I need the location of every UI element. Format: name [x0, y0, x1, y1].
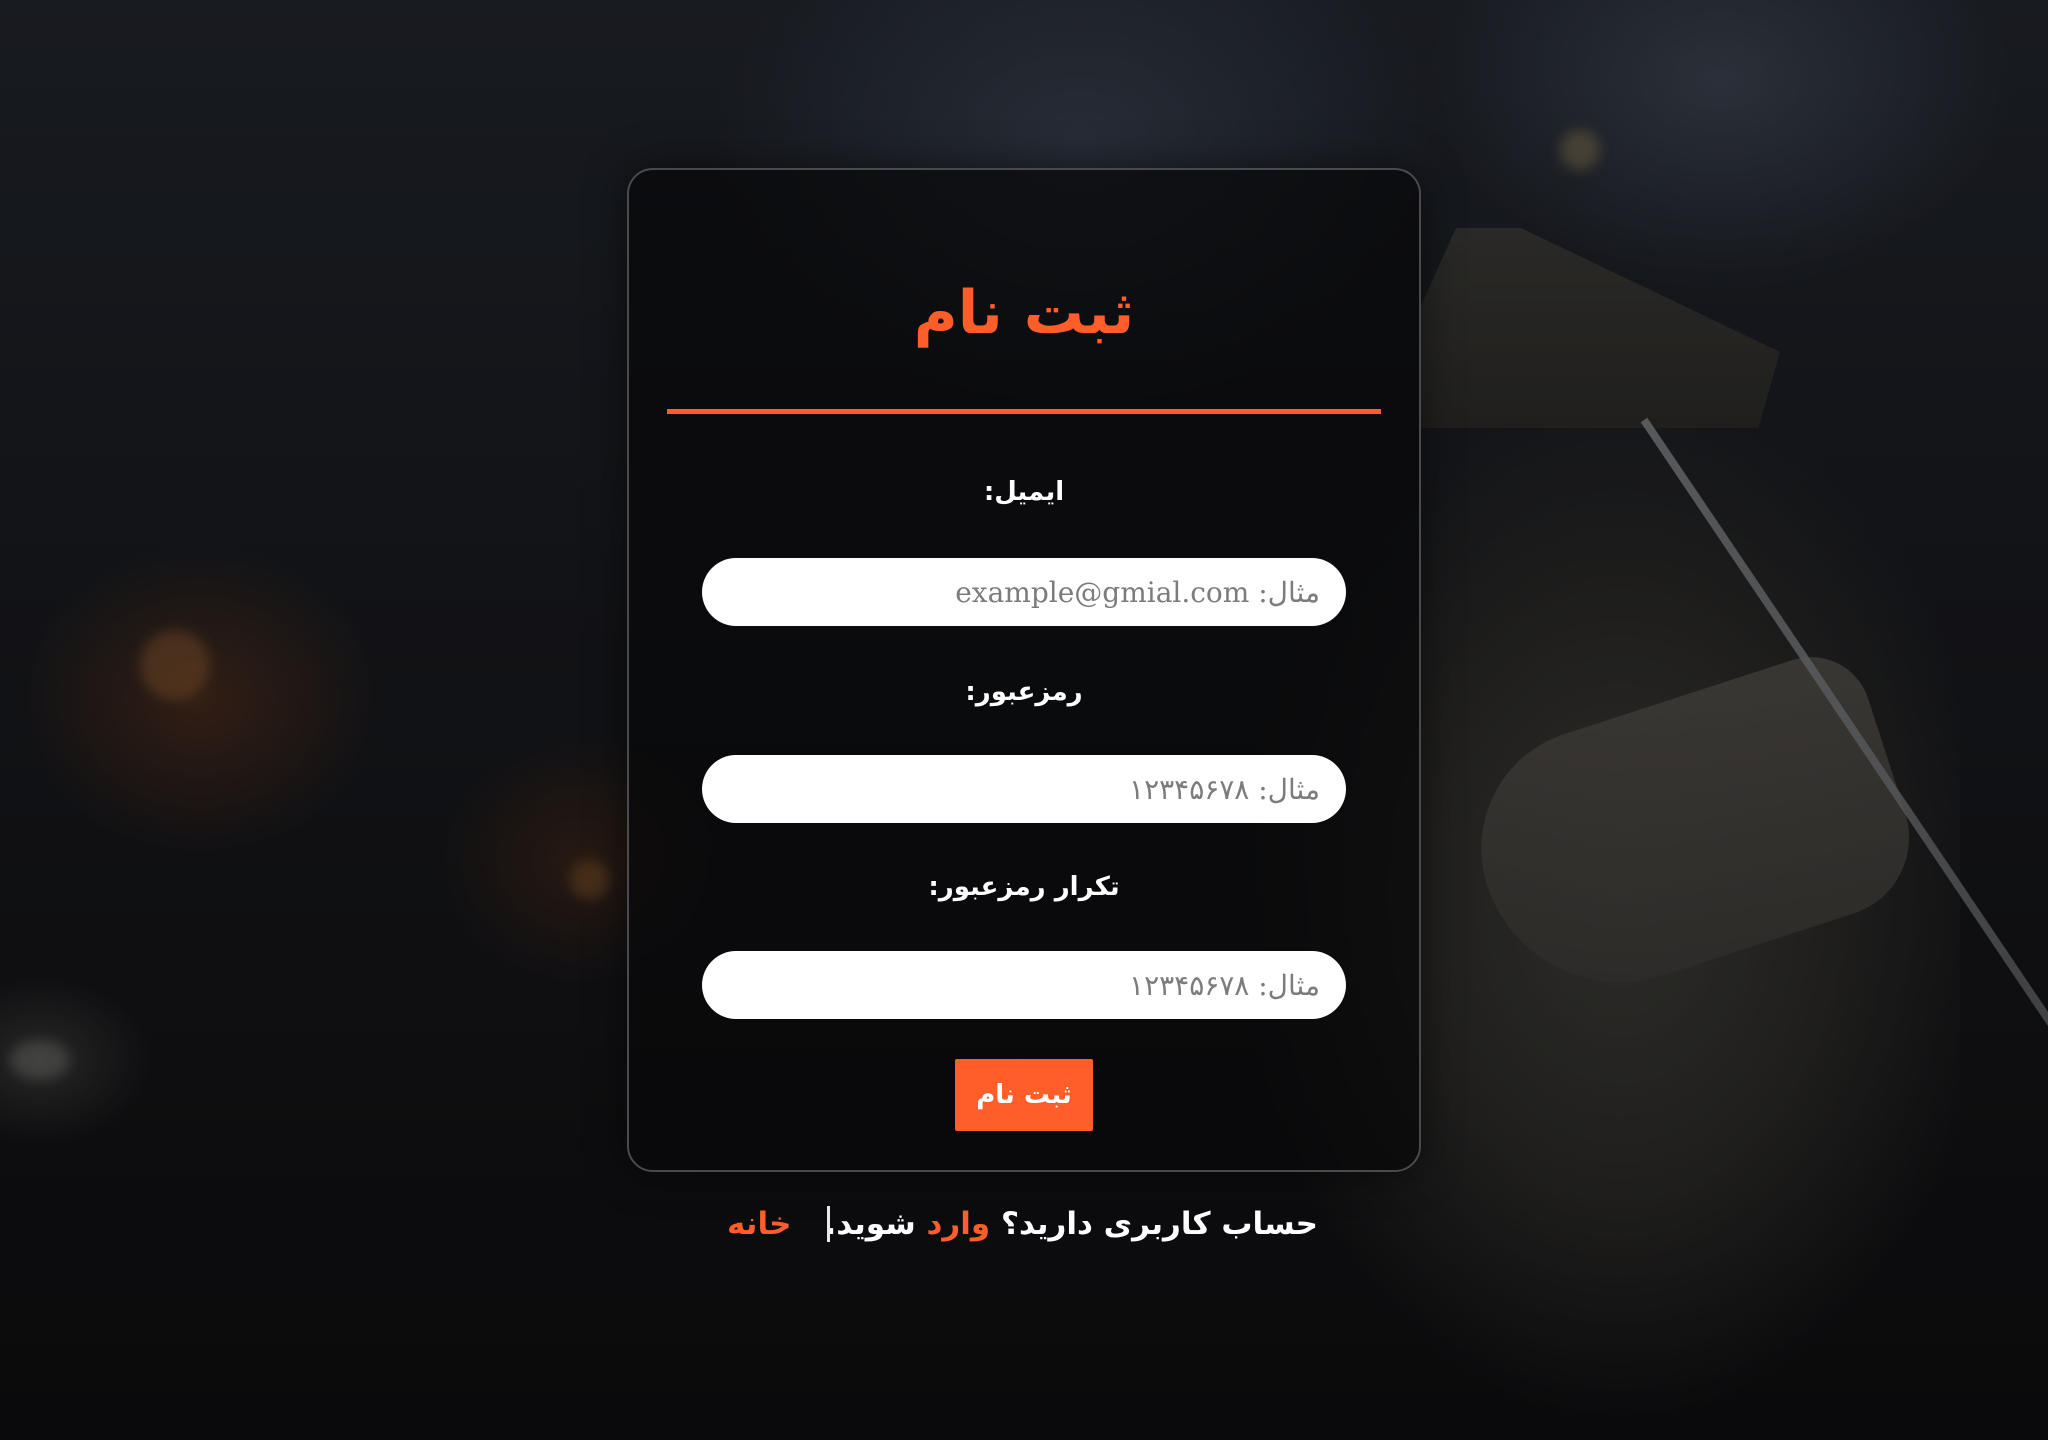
password-field[interactable]	[702, 755, 1346, 823]
confirm-password-field[interactable]	[702, 951, 1346, 1019]
login-prompt-suffix: شوید.	[824, 1206, 916, 1242]
login-prompt: حساب کاربری دارید؟ وارد شوید.	[824, 1198, 1318, 1250]
email-label: ایمیل:	[983, 477, 1065, 507]
footer-links: حساب کاربری دارید؟ وارد شوید. خانه	[627, 1198, 1421, 1250]
password-label: رمزعبور:	[965, 677, 1083, 707]
login-prompt-question: حساب کاربری دارید؟	[1000, 1206, 1318, 1242]
title-divider	[667, 409, 1381, 414]
login-link[interactable]: وارد	[927, 1206, 991, 1242]
confirm-password-label: تکرار رمزعبور:	[928, 872, 1120, 902]
page-title: ثبت نام	[913, 278, 1135, 348]
home-link[interactable]: خانه	[727, 1198, 791, 1250]
signup-submit-button[interactable]: ثبت نام	[955, 1059, 1093, 1131]
email-field[interactable]	[702, 558, 1346, 626]
footer-separator	[827, 1206, 830, 1242]
